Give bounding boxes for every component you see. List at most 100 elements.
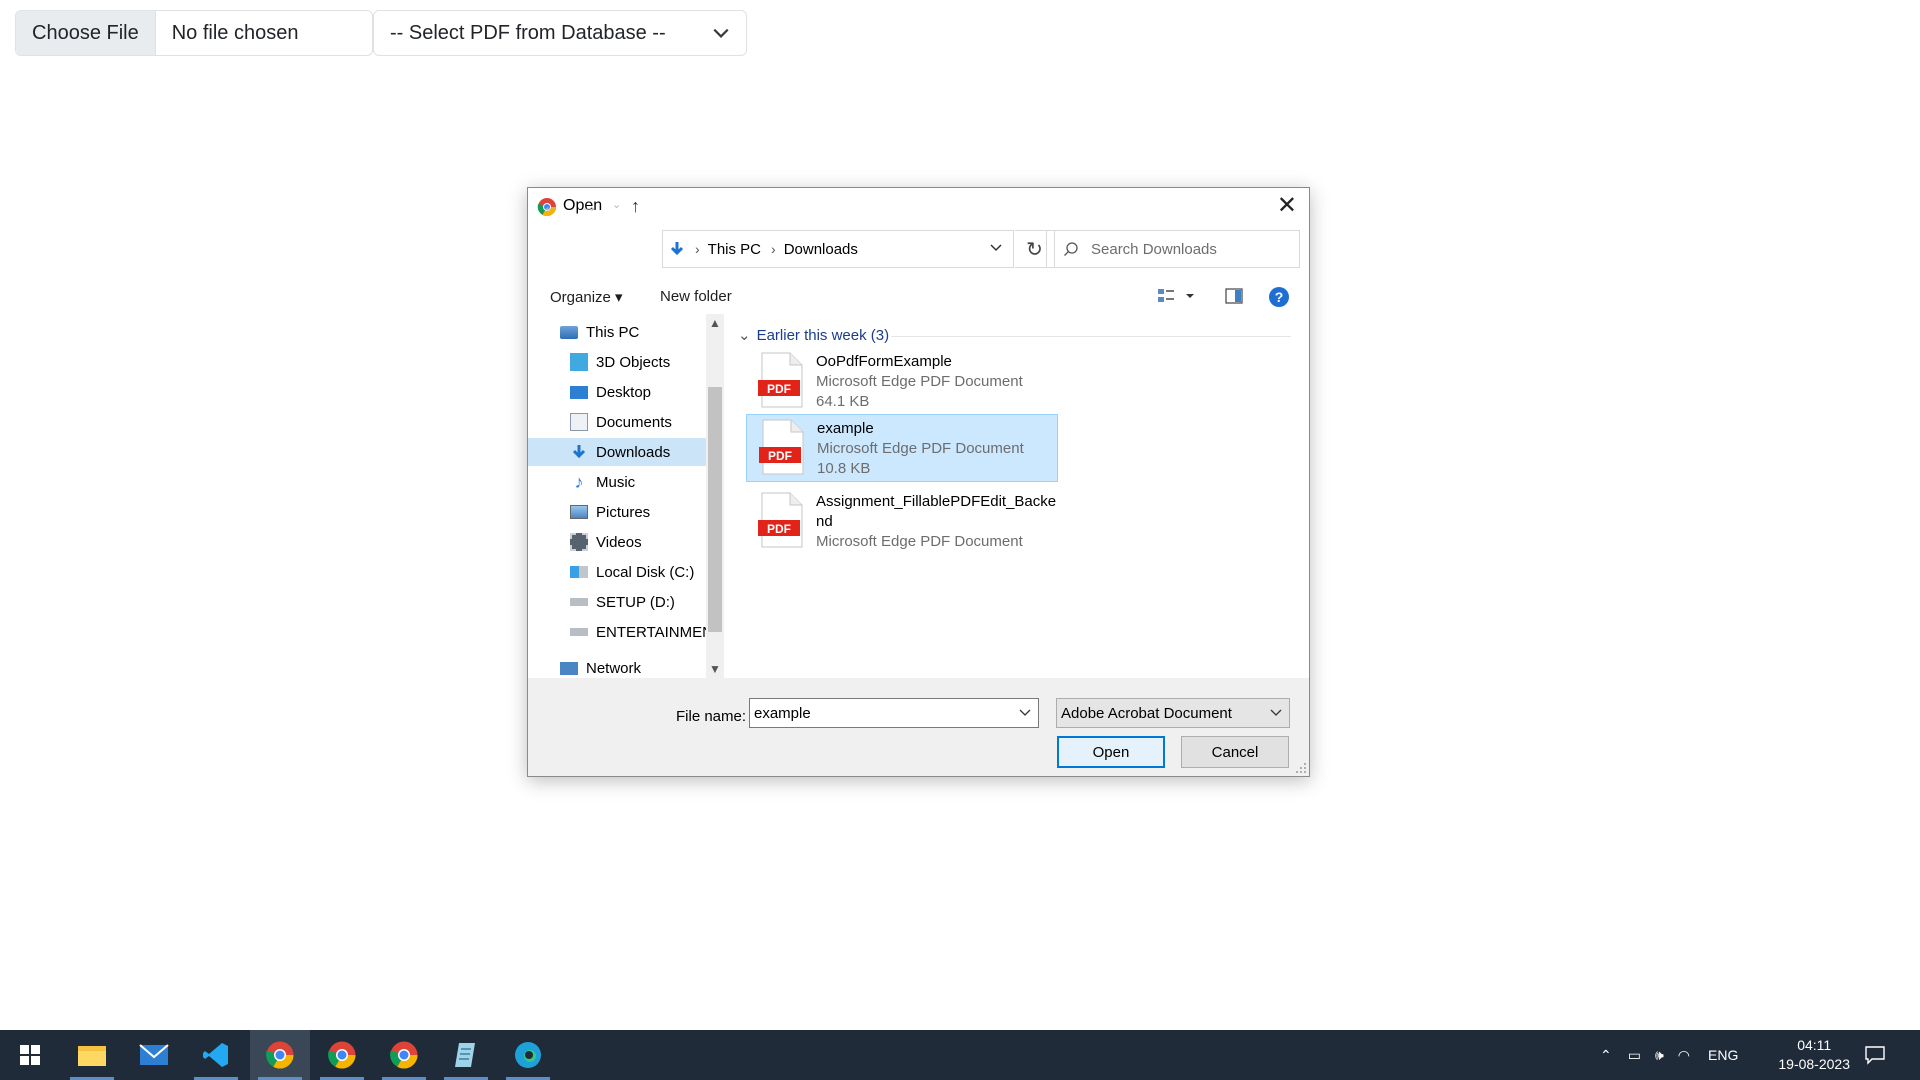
file-name-input[interactable]: example (749, 698, 1039, 728)
chevron-down-icon (1270, 709, 1282, 716)
sidebar-item-documents[interactable]: Documents (528, 408, 706, 436)
system-tray: ⌃ ▭ 🕪 ◠ ENG (1600, 1030, 1738, 1080)
preview-pane-icon[interactable] (1224, 286, 1244, 306)
file-size: 64.1 KB (816, 393, 870, 410)
breadcrumb-downloads[interactable]: Downloads (784, 241, 858, 258)
vscode-icon (203, 1043, 228, 1067)
breadcrumb-separator-icon: › (695, 241, 700, 257)
taskbar-chrome-second[interactable] (374, 1030, 434, 1080)
language-indicator[interactable]: ENG (1708, 1047, 1738, 1063)
cancel-button[interactable]: Cancel (1181, 736, 1289, 768)
dialog-toolbar: Organize ▾ New folder ? (528, 280, 1309, 314)
chevron-down-icon[interactable] (1018, 706, 1032, 720)
wifi-icon[interactable]: ◠ (1678, 1047, 1690, 1064)
sidebar-item-music[interactable]: ♪ Music (528, 468, 706, 496)
close-icon[interactable]: ✕ (1277, 194, 1297, 218)
up-arrow-icon[interactable]: ↑ (631, 196, 640, 217)
group-divider (891, 336, 1291, 337)
scroll-down-icon[interactable]: ▼ (709, 662, 721, 676)
pdf-database-select[interactable]: -- Select PDF from Database -- (373, 10, 747, 56)
open-button[interactable]: Open (1057, 736, 1165, 768)
pdf-file-icon: PDF (758, 492, 804, 548)
taskbar: ⌃ ▭ 🕪 ◠ ENG 04:11 19-08-2023 (0, 1030, 1920, 1080)
file-name-value: example (754, 704, 811, 722)
file-size: 10.8 KB (817, 460, 871, 477)
network-icon (560, 661, 578, 675)
edge-icon (515, 1042, 541, 1068)
volume-icon[interactable]: 🕪 (1655, 1047, 1664, 1064)
notepad-icon (455, 1043, 475, 1067)
sidebar-item-this-pc[interactable]: This PC (528, 318, 706, 346)
taskbar-notepad[interactable] (436, 1030, 496, 1080)
windows-icon (20, 1045, 40, 1065)
file-name: Assignment_FillablePDFEdit_Backe (816, 493, 1057, 510)
help-icon[interactable]: ? (1268, 286, 1290, 308)
chrome-icon (328, 1041, 356, 1069)
resize-grip-icon[interactable] (1295, 762, 1307, 774)
file-status-text: No file chosen (171, 21, 299, 44)
open-file-dialog: Open ✕ ← → ⌄ ↑ › This PC › Downloads ↻ S… (527, 187, 1310, 777)
file-name: OoPdfFormExample (816, 353, 952, 370)
chevron-up-icon[interactable]: ⌃ (1600, 1047, 1612, 1064)
file-input[interactable]: Choose File No file chosen (15, 10, 373, 56)
chrome-icon (266, 1041, 294, 1069)
group-header[interactable]: ⌄ Earlier this week (3) (738, 326, 889, 345)
svg-text:?: ? (1275, 289, 1284, 305)
new-folder-button[interactable]: New folder (660, 288, 732, 305)
sidebar-item-desktop[interactable]: Desktop (528, 378, 706, 406)
videos-icon (570, 533, 588, 551)
mail-icon (139, 1044, 169, 1065)
scroll-up-icon[interactable]: ▲ (709, 316, 721, 330)
scrollbar-thumb[interactable] (708, 387, 722, 632)
forward-arrow-icon[interactable]: → (580, 196, 598, 217)
sidebar-item-network[interactable]: Network (528, 654, 706, 678)
file-type: Microsoft Edge PDF Document (817, 440, 1024, 457)
cube-icon (570, 353, 588, 371)
choose-file-button[interactable]: Choose File (16, 11, 156, 55)
back-arrow-icon[interactable]: ← (542, 196, 560, 217)
breadcrumb-separator-icon: › (771, 241, 776, 257)
navigation-pane: This PC 3D Objects Desktop Documents Dow… (528, 314, 706, 678)
search-input[interactable]: Search Downloads (1046, 230, 1300, 268)
sidebar-item-downloads[interactable]: Downloads (528, 438, 706, 466)
start-button[interactable] (0, 1030, 60, 1080)
organize-menu[interactable]: Organize ▾ (550, 288, 623, 306)
file-item[interactable]: PDF Assignment_FillablePDFEdit_Backe nd … (746, 488, 1058, 556)
clock[interactable]: 04:11 19-08-2023 (1778, 1036, 1850, 1074)
sidebar-item-videos[interactable]: Videos (528, 528, 706, 556)
sidebar-item-3d-objects[interactable]: 3D Objects (528, 348, 706, 376)
sidebar-item-setup-d[interactable]: SETUP (D:) (528, 588, 706, 616)
chrome-icon (390, 1041, 418, 1069)
sidebar-item-pictures[interactable]: Pictures (528, 498, 706, 526)
nav-scrollbar[interactable]: ▲ ▼ (706, 314, 724, 678)
battery-icon[interactable]: ▭ (1628, 1047, 1641, 1064)
file-item[interactable]: PDF OoPdfFormExample Microsoft Edge PDF … (746, 348, 1058, 416)
chevron-down-icon: ⌄ (738, 327, 751, 344)
file-name-label: File name: (676, 708, 747, 725)
taskbar-chrome-active[interactable] (250, 1030, 310, 1080)
file-type-select[interactable]: Adobe Acrobat Document (1056, 698, 1290, 728)
sidebar-item-local-disk[interactable]: Local Disk (C:) (528, 558, 706, 586)
sidebar-item-entertainment[interactable]: ENTERTAINMEN (528, 618, 706, 646)
view-options-icon[interactable] (1156, 286, 1196, 306)
music-icon: ♪ (574, 472, 584, 492)
recent-locations-icon[interactable]: ⌄ (612, 198, 621, 211)
svg-text:PDF: PDF (768, 449, 792, 463)
dialog-footer: File name: example Adobe Acrobat Documen… (528, 678, 1309, 776)
chevron-down-icon[interactable] (989, 241, 1003, 255)
address-bar[interactable]: › This PC › Downloads (662, 230, 1014, 268)
drive-icon (570, 598, 588, 606)
taskbar-vscode[interactable] (186, 1030, 246, 1080)
desktop-icon (570, 385, 588, 399)
taskbar-file-explorer[interactable] (62, 1030, 122, 1080)
download-icon (572, 445, 586, 459)
file-type: Microsoft Edge PDF Document (816, 373, 1023, 390)
taskbar-mail[interactable] (124, 1030, 184, 1080)
file-item-selected[interactable]: PDF example Microsoft Edge PDF Document … (746, 414, 1058, 482)
pdf-file-icon: PDF (759, 419, 805, 475)
file-list: ⌄ Earlier this week (3) PDF OoPdfFormExa… (728, 314, 1303, 678)
breadcrumb-this-pc[interactable]: This PC (708, 241, 761, 258)
notification-icon[interactable] (1864, 1030, 1886, 1080)
taskbar-edge[interactable] (498, 1030, 558, 1080)
taskbar-chrome-profile[interactable] (312, 1030, 372, 1080)
